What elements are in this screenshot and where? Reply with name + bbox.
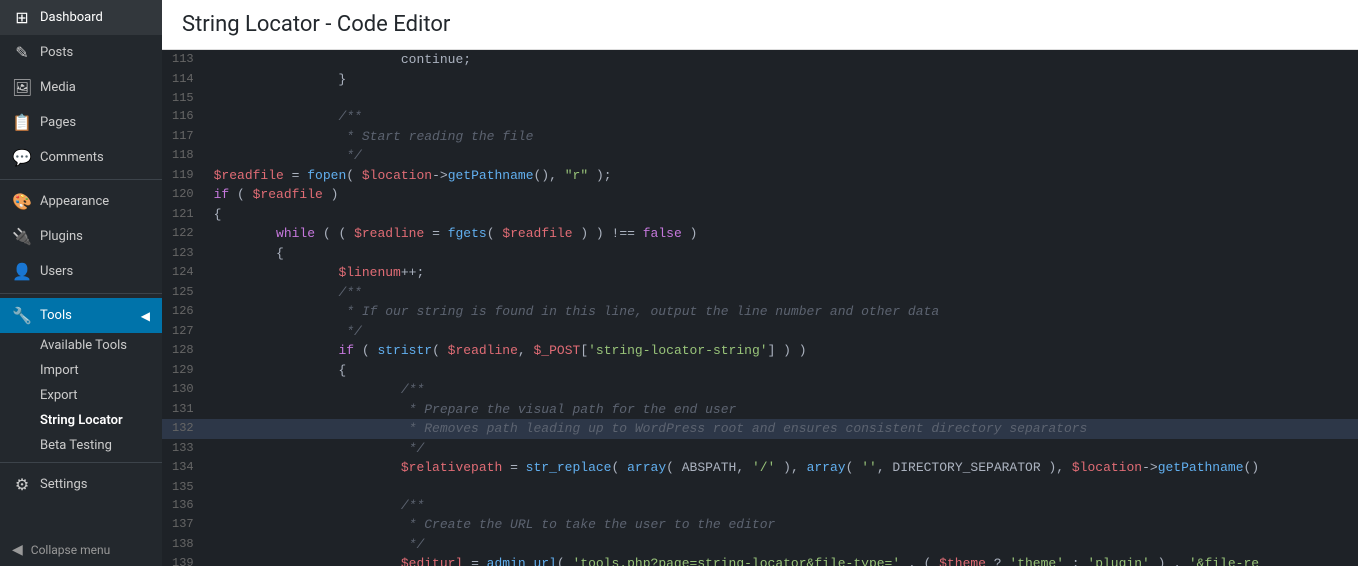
comments-icon: 💬 [12, 148, 32, 167]
table-row: 129 { [162, 361, 1358, 381]
posts-icon: ✎ [12, 43, 32, 62]
sidebar-item-label: Users [40, 264, 73, 279]
table-row: 124 $linenum++; [162, 263, 1358, 283]
table-row: 131 * Prepare the visual path for the en… [162, 400, 1358, 420]
code-editor[interactable]: 113 continue; 114 } 115 116 /** 117 * St… [162, 50, 1358, 566]
sidebar-item-label: Posts [40, 45, 73, 60]
divider-2 [0, 293, 162, 294]
sidebar-item-collapse[interactable]: ◀ Collapse menu [0, 534, 162, 566]
sidebar-item-label: Media [40, 80, 76, 95]
sidebar-sub-export[interactable]: Export [0, 383, 162, 408]
table-row: 132 * Removes path leading up to WordPre… [162, 419, 1358, 439]
sidebar-item-users[interactable]: 👤 Users [0, 254, 162, 289]
sidebar-item-appearance[interactable]: 🎨 Appearance [0, 184, 162, 219]
code-table: 113 continue; 114 } 115 116 /** 117 * St… [162, 50, 1358, 566]
table-row: 136 /** [162, 496, 1358, 516]
table-row: 138 */ [162, 535, 1358, 555]
dashboard-icon: ⊞ [12, 8, 32, 27]
table-row: 123 { [162, 244, 1358, 264]
sidebar-sub-available-tools[interactable]: Available Tools [0, 333, 162, 358]
sidebar-item-pages[interactable]: 📋 Pages [0, 105, 162, 140]
sidebar-item-label: Plugins [40, 229, 83, 244]
table-row: 139 $editurl = admin_url( 'tools.php?pag… [162, 554, 1358, 566]
main-content: String Locator - Code Editor 113 continu… [162, 0, 1358, 566]
table-row: 134 $relativepath = str_replace( array( … [162, 458, 1358, 478]
sidebar-item-label: Settings [40, 477, 87, 492]
sidebar-item-tools[interactable]: 🔧 Tools ◀ [0, 298, 162, 333]
users-icon: 👤 [12, 262, 32, 281]
table-row: 130 /** [162, 380, 1358, 400]
appearance-icon: 🎨 [12, 192, 32, 211]
sidebar-item-posts[interactable]: ✎ Posts [0, 35, 162, 70]
sidebar-item-comments[interactable]: 💬 Comments [0, 140, 162, 175]
collapse-icon: ◀ [12, 542, 23, 558]
sidebar-item-plugins[interactable]: 🔌 Plugins [0, 219, 162, 254]
table-row: 120if ( $readfile ) [162, 185, 1358, 205]
sidebar-sub-string-locator[interactable]: String Locator [0, 408, 162, 433]
table-row: 114 } [162, 70, 1358, 90]
table-row: 126 * If our string is found in this lin… [162, 302, 1358, 322]
sidebar-sub-beta-testing[interactable]: Beta Testing [0, 433, 162, 458]
table-row: 115 [162, 89, 1358, 107]
divider-3 [0, 462, 162, 463]
tools-icon: 🔧 [12, 306, 32, 325]
collapse-label: Collapse menu [31, 543, 110, 557]
table-row: 137 * Create the URL to take the user to… [162, 515, 1358, 535]
sidebar-item-label: Appearance [40, 194, 109, 209]
sidebar-item-label: Tools [40, 308, 72, 323]
table-row: 118 */ [162, 146, 1358, 166]
sidebar: ⊞ Dashboard ✎ Posts 🖼 Media 📋 Pages 💬 Co… [0, 0, 162, 566]
sidebar-item-label: Dashboard [40, 10, 103, 25]
table-row: 116 /** [162, 107, 1358, 127]
sidebar-item-media[interactable]: 🖼 Media [0, 70, 162, 105]
table-row: 135 [162, 478, 1358, 496]
tools-arrow-icon: ◀ [141, 309, 150, 323]
sidebar-item-settings[interactable]: ⚙ Settings [0, 467, 162, 502]
sidebar-item-label: Comments [40, 150, 104, 165]
divider-1 [0, 179, 162, 180]
media-icon: 🖼 [12, 78, 32, 97]
table-row: 127 */ [162, 322, 1358, 342]
table-row: 125 /** [162, 283, 1358, 303]
table-row: 121{ [162, 205, 1358, 225]
table-row: 113 continue; [162, 50, 1358, 70]
plugins-icon: 🔌 [12, 227, 32, 246]
table-row: 133 */ [162, 439, 1358, 459]
settings-icon: ⚙ [12, 475, 32, 494]
table-row: 119$readfile = fopen( $location->getPath… [162, 166, 1358, 186]
pages-icon: 📋 [12, 113, 32, 132]
sidebar-sub-import[interactable]: Import [0, 358, 162, 383]
table-row: 117 * Start reading the file [162, 127, 1358, 147]
page-title: String Locator - Code Editor [162, 0, 1358, 50]
table-row: 122 while ( ( $readline = fgets( $readfi… [162, 224, 1358, 244]
sidebar-item-label: Pages [40, 115, 76, 130]
table-row: 128 if ( stristr( $readline, $_POST['str… [162, 341, 1358, 361]
sidebar-item-dashboard[interactable]: ⊞ Dashboard [0, 0, 162, 35]
